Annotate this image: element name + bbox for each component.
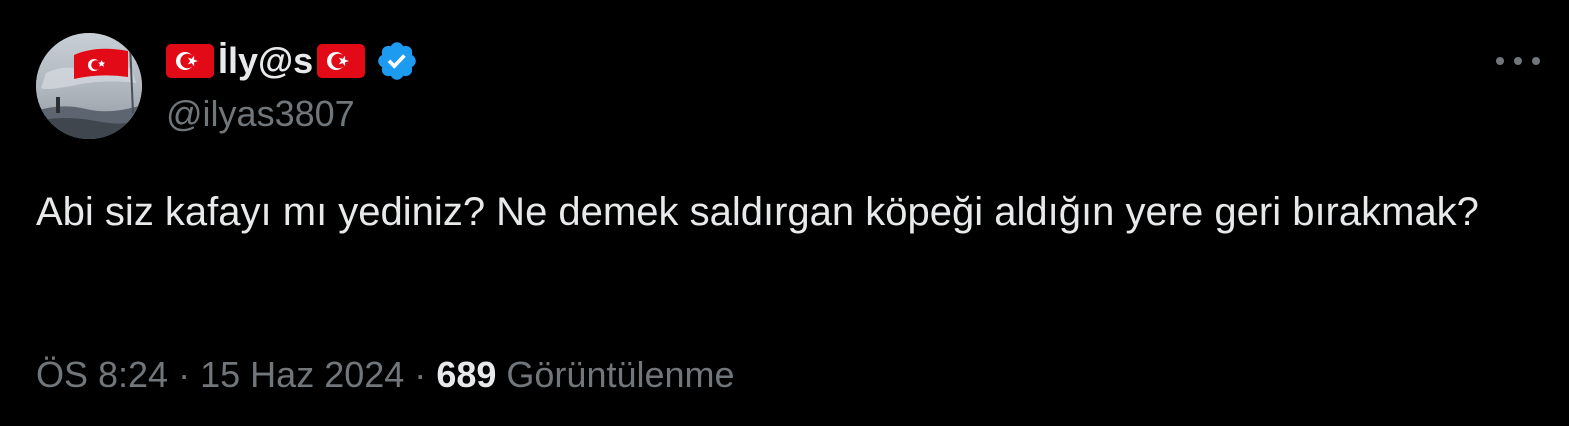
author-avatar[interactable] — [36, 33, 142, 139]
meta-separator: · — [178, 354, 191, 395]
more-dot — [1496, 57, 1504, 65]
tweet-text: Abi siz kafayı mı yediniz? Ne demek sald… — [36, 190, 1479, 234]
meta-separator: · — [414, 354, 427, 395]
turkey-flag-icon — [166, 44, 214, 78]
more-dot — [1532, 57, 1540, 65]
author-display-name[interactable]: İly@s — [218, 38, 313, 84]
author-handle[interactable]: @ilyas3807 — [166, 92, 355, 136]
tweet-time[interactable]: ÖS 8:24 — [36, 354, 168, 395]
more-dot — [1514, 57, 1522, 65]
more-options-icon[interactable] — [1496, 46, 1540, 76]
tweet-card: İly@s @ilyas3807 Abi siz kafayı mı yedin… — [0, 0, 1569, 426]
tweet-meta: ÖS 8:24 · 15 Haz 2024 · 689 Görüntülenme — [36, 352, 735, 398]
views-count[interactable]: 689 — [436, 354, 496, 395]
verified-badge-icon[interactable] — [375, 39, 419, 83]
views-label[interactable]: Görüntülenme — [506, 354, 734, 395]
author-name-row[interactable]: İly@s — [166, 38, 419, 84]
tweet-date[interactable]: 15 Haz 2024 — [200, 354, 404, 395]
avatar-image — [36, 33, 142, 139]
turkey-flag-icon — [317, 44, 366, 78]
